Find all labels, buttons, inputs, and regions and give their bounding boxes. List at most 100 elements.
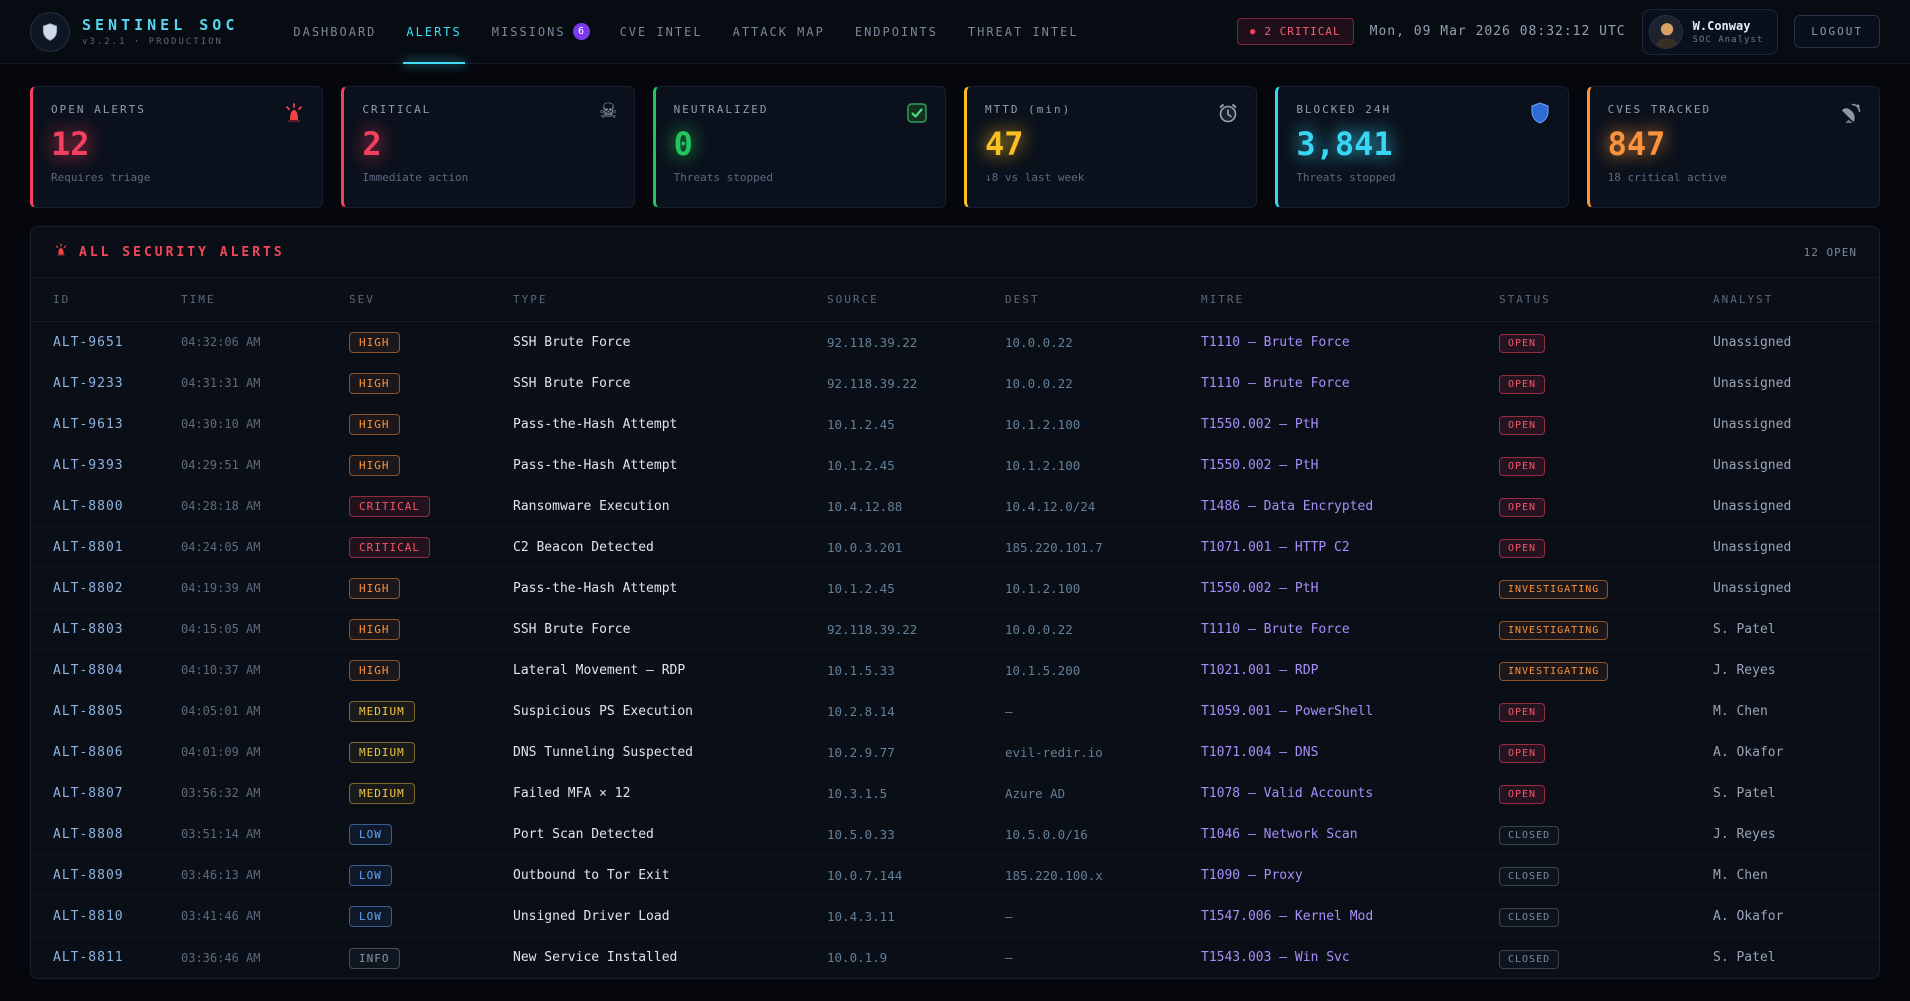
logout-button[interactable]: LOGOUT bbox=[1794, 15, 1880, 48]
top-navigation-bar: SENTINEL SOC v3.2.1 · PRODUCTION DASHBOA… bbox=[0, 0, 1910, 64]
alert-time: 03:41:46 AM bbox=[181, 909, 261, 923]
logo-shield-icon bbox=[30, 11, 70, 52]
nav-cve-intel[interactable]: CVE INTEL bbox=[605, 0, 718, 64]
alert-severity-cell: CRITICAL bbox=[349, 536, 513, 558]
nav-label: DASHBOARD bbox=[293, 24, 377, 39]
alert-time: 04:05:01 AM bbox=[181, 704, 261, 718]
nav-alerts[interactable]: ALERTS bbox=[391, 0, 476, 64]
alert-status-cell: CLOSED bbox=[1499, 823, 1713, 845]
brand: SENTINEL SOC v3.2.1 · PRODUCTION bbox=[30, 11, 239, 52]
nav-dashboard[interactable]: DASHBOARD bbox=[278, 0, 391, 64]
table-row[interactable]: ALT-9233 04:31:31 AM HIGH SSH Brute Force 92… bbox=[31, 363, 1879, 404]
alert-source: 10.3.1.5 bbox=[827, 785, 888, 801]
nav-label: ALERTS bbox=[406, 24, 462, 39]
alert-id: ALT-8802 bbox=[53, 580, 124, 596]
severity-badge: MEDIUM bbox=[349, 701, 415, 722]
table-row[interactable]: ALT-8802 04:19:39 AM HIGH Pass-the-Hash Att… bbox=[31, 568, 1879, 609]
table-row[interactable]: ALT-8808 03:51:14 AM LOW Port Scan Detected… bbox=[31, 814, 1879, 855]
alert-status-cell: INVESTIGATING bbox=[1499, 577, 1713, 599]
alert-analyst: Unassigned bbox=[1713, 580, 1792, 596]
alert-id: ALT-8804 bbox=[53, 662, 124, 678]
stat-value: 0 bbox=[673, 125, 693, 163]
check-icon bbox=[905, 101, 929, 128]
status-badge: OPEN bbox=[1499, 744, 1546, 763]
critical-badge-label: 2 CRITICAL bbox=[1264, 25, 1341, 38]
alert-id: ALT-9613 bbox=[53, 416, 124, 432]
alert-severity-cell: HIGH bbox=[349, 331, 513, 353]
alert-mitre: T1550.002 – PtH bbox=[1201, 416, 1319, 432]
status-badge: INVESTIGATING bbox=[1499, 662, 1609, 681]
nav-missions[interactable]: MISSIONS 6 bbox=[477, 0, 605, 64]
alert-severity-cell: LOW bbox=[349, 823, 513, 845]
status-badge: OPEN bbox=[1499, 375, 1546, 394]
alert-type: Unsigned Driver Load bbox=[513, 908, 670, 924]
alert-severity-cell: HIGH bbox=[349, 454, 513, 476]
alert-analyst: S. Patel bbox=[1713, 621, 1776, 637]
alert-mitre: T1543.003 – Win Svc bbox=[1201, 950, 1350, 965]
table-row[interactable]: ALT-9651 04:32:06 AM HIGH SSH Brute Force 92… bbox=[31, 322, 1879, 363]
table-row[interactable]: ALT-9393 04:29:51 AM HIGH Pass-the-Hash Att… bbox=[31, 445, 1879, 486]
nav-attack-map[interactable]: ATTACK MAP bbox=[718, 0, 840, 64]
alert-id: ALT-8807 bbox=[53, 785, 124, 801]
table-row[interactable]: ALT-8809 03:46:13 AM LOW Outbound to Tor Ex… bbox=[31, 855, 1879, 896]
alert-id: ALT-8803 bbox=[53, 621, 124, 637]
stat-card: CVES TRACKED 847 18 critical active bbox=[1586, 86, 1880, 208]
shield-icon bbox=[1528, 101, 1552, 128]
open-count-label: 12 OPEN bbox=[1803, 245, 1857, 259]
alert-severity-cell: HIGH bbox=[349, 413, 513, 435]
alert-status-cell: OPEN bbox=[1499, 454, 1713, 476]
alert-mitre: T1071.001 – HTTP C2 bbox=[1201, 539, 1350, 555]
alert-time: 03:46:13 AM bbox=[181, 868, 261, 882]
severity-badge: HIGH bbox=[349, 619, 400, 640]
table-row[interactable]: ALT-8805 04:05:01 AM MEDIUM Suspicious PS E… bbox=[31, 691, 1879, 732]
status-badge: OPEN bbox=[1499, 334, 1546, 353]
alert-mitre: T1486 – Data Encrypted bbox=[1201, 498, 1374, 514]
alert-analyst: M. Chen bbox=[1713, 703, 1768, 719]
stat-value: 12 bbox=[51, 125, 90, 163]
table-row[interactable]: ALT-9613 04:30:10 AM HIGH Pass-the-Hash Att… bbox=[31, 404, 1879, 445]
app-title: SENTINEL SOC bbox=[82, 16, 239, 34]
status-badge: OPEN bbox=[1499, 416, 1546, 435]
alert-type: SSH Brute Force bbox=[513, 334, 631, 350]
severity-badge: CRITICAL bbox=[349, 537, 430, 558]
table-row[interactable]: ALT-8804 04:10:37 AM HIGH Lateral Movement … bbox=[31, 650, 1879, 691]
alert-time: 04:30:10 AM bbox=[181, 417, 261, 431]
alert-mitre: T1021.001 – RDP bbox=[1201, 662, 1319, 678]
table-row[interactable]: ALT-8810 03:41:46 AM LOW Unsigned Driver Lo… bbox=[31, 896, 1879, 937]
nav-label: CVE INTEL bbox=[619, 24, 703, 39]
user-chip[interactable]: W.Conway SOC Analyst bbox=[1641, 8, 1779, 55]
table-row[interactable]: ALT-8806 04:01:09 AM MEDIUM DNS Tunneling S… bbox=[31, 732, 1879, 773]
table-row[interactable]: ALT-8803 04:15:05 AM HIGH SSH Brute Force 92… bbox=[31, 609, 1879, 650]
severity-badge: HIGH bbox=[349, 455, 400, 476]
status-badge: CLOSED bbox=[1499, 908, 1560, 927]
table-row[interactable]: ALT-8801 04:24:05 AM CRITICAL C2 Beacon Det… bbox=[31, 527, 1879, 568]
stat-card: ☠ CRITICAL 2 Immediate action bbox=[341, 86, 635, 208]
status-badge: OPEN bbox=[1499, 498, 1546, 517]
table-row[interactable]: ALT-8811 03:36:46 AM INFO New Service Insta… bbox=[31, 937, 1879, 978]
table-row[interactable]: ALT-8807 03:56:32 AM MEDIUM Failed MFA × 12… bbox=[31, 773, 1879, 814]
alert-source: 10.2.9.77 bbox=[827, 744, 895, 760]
alert-time: 04:01:09 AM bbox=[181, 745, 261, 759]
nav-label: THREAT INTEL bbox=[967, 24, 1079, 39]
nav-endpoints[interactable]: ENDPOINTS bbox=[840, 0, 953, 64]
alert-type: Failed MFA × 12 bbox=[513, 785, 631, 801]
alert-mitre: T1078 – Valid Accounts bbox=[1201, 785, 1374, 801]
alert-dest: Azure AD bbox=[1005, 785, 1066, 801]
alert-status-cell: INVESTIGATING bbox=[1499, 659, 1713, 681]
alert-mitre: T1046 – Network Scan bbox=[1201, 826, 1358, 842]
alert-analyst: Unassigned bbox=[1713, 457, 1792, 473]
alert-id: ALT-8805 bbox=[53, 703, 124, 719]
column-header: STATUS bbox=[1499, 293, 1551, 306]
column-header: TIME bbox=[181, 293, 216, 306]
alert-time: 04:29:51 AM bbox=[181, 458, 261, 472]
stat-value: 3,841 bbox=[1296, 125, 1393, 163]
alert-id: ALT-9651 bbox=[53, 334, 124, 350]
table-row[interactable]: ALT-8800 04:28:18 AM CRITICAL Ransomware Ex… bbox=[31, 486, 1879, 527]
severity-badge: HIGH bbox=[349, 660, 400, 681]
utc-clock: Mon, 09 Mar 2026 08:32:12 UTC bbox=[1369, 24, 1626, 39]
stat-sub: Requires triage bbox=[51, 171, 151, 184]
nav-threat-intel[interactable]: THREAT INTEL bbox=[953, 0, 1094, 64]
severity-badge: CRITICAL bbox=[349, 496, 430, 517]
stat-card: NEUTRALIZED 0 Threats stopped bbox=[652, 86, 946, 208]
alert-type: Lateral Movement – RDP bbox=[513, 662, 686, 678]
